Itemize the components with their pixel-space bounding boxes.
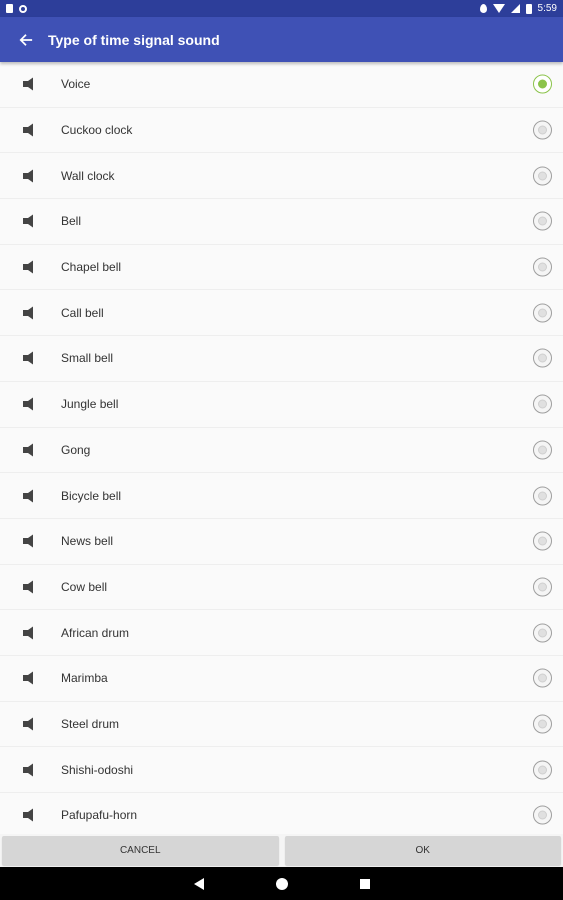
- radio-button[interactable]: [533, 760, 552, 780]
- list-item[interactable]: Steel drum: [0, 702, 563, 748]
- list-item[interactable]: Call bell: [0, 290, 563, 337]
- list-item[interactable]: Shishi-odoshi: [0, 747, 563, 793]
- back-arrow-icon[interactable]: [14, 28, 38, 52]
- ok-button[interactable]: OK: [284, 836, 561, 865]
- nav-home-icon[interactable]: [275, 877, 288, 890]
- radio-button[interactable]: [533, 623, 552, 643]
- speaker-icon: [23, 351, 33, 365]
- item-label: Pafupafu-horn: [61, 808, 138, 823]
- speaker-icon: [23, 169, 33, 183]
- radio-button[interactable]: [533, 257, 552, 277]
- navigation-bar: [0, 867, 563, 900]
- radio-button[interactable]: [533, 531, 552, 551]
- speaker-icon: [23, 77, 33, 91]
- list-item[interactable]: Cuckoo clock: [0, 108, 563, 154]
- speaker-icon: [23, 534, 33, 548]
- speaker-icon: [23, 489, 33, 503]
- nav-recents-icon[interactable]: [359, 878, 370, 889]
- radio-button[interactable]: [533, 805, 552, 825]
- item-label: News bell: [61, 534, 114, 549]
- radio-button[interactable]: [533, 74, 552, 94]
- radio-button[interactable]: [533, 440, 552, 460]
- item-label: Marimba: [61, 671, 108, 686]
- list-item[interactable]: Bell: [0, 199, 563, 245]
- list-item[interactable]: Wall clock: [0, 153, 563, 200]
- item-label: Wall clock: [61, 168, 115, 183]
- speaker-icon: [23, 260, 33, 274]
- cancel-button[interactable]: CANCEL: [2, 836, 279, 865]
- item-label: Shishi-odoshi: [61, 762, 134, 777]
- item-label: Voice: [61, 77, 91, 92]
- sim-card-icon: [6, 4, 13, 13]
- speaker-icon: [23, 626, 33, 640]
- radio-button[interactable]: [533, 303, 552, 323]
- item-label: African drum: [61, 625, 130, 640]
- nav-back-icon[interactable]: [193, 877, 204, 890]
- status-time: 5:59: [537, 3, 557, 14]
- item-label: Jungle bell: [61, 397, 119, 412]
- radio-button[interactable]: [533, 714, 552, 734]
- item-label: Steel drum: [61, 716, 120, 731]
- radio-button[interactable]: [533, 348, 552, 368]
- radio-button[interactable]: [533, 668, 552, 688]
- list-item[interactable]: Pafupafu-horn: [0, 793, 563, 834]
- sound-list: Voice Cuckoo clock Wall clock Bell Chape…: [0, 62, 563, 834]
- speaker-icon: [23, 443, 33, 457]
- wifi-icon: [492, 4, 505, 13]
- speaker-icon: [23, 306, 33, 320]
- list-item[interactable]: Small bell: [0, 336, 563, 382]
- item-label: Small bell: [61, 351, 114, 366]
- item-label: Gong: [61, 442, 91, 457]
- app-bar: Type of time signal sound: [0, 17, 563, 62]
- radio-button[interactable]: [533, 120, 552, 140]
- speaker-icon: [23, 214, 33, 228]
- speaker-icon: [23, 717, 33, 731]
- speaker-icon: [23, 763, 33, 777]
- item-label: Bicycle bell: [61, 488, 122, 503]
- location-icon: [479, 4, 487, 13]
- list-item[interactable]: African drum: [0, 610, 563, 656]
- list-item[interactable]: Bicycle bell: [0, 473, 563, 519]
- item-label: Chapel bell: [61, 260, 122, 275]
- sync-icon: [19, 4, 27, 13]
- list-item[interactable]: Jungle bell: [0, 382, 563, 428]
- battery-icon: [525, 3, 532, 14]
- list-item[interactable]: Voice: [0, 62, 563, 108]
- item-label: Cuckoo clock: [61, 123, 133, 138]
- item-label: Call bell: [61, 305, 104, 320]
- radio-button[interactable]: [533, 577, 552, 597]
- list-item[interactable]: Cow bell: [0, 565, 563, 611]
- radio-button[interactable]: [533, 486, 552, 506]
- speaker-icon: [23, 397, 33, 411]
- speaker-icon: [23, 671, 33, 685]
- speaker-icon: [23, 808, 33, 822]
- page-title: Type of time signal sound: [48, 31, 220, 48]
- item-label: Bell: [61, 214, 82, 229]
- speaker-icon: [23, 580, 33, 594]
- status-bar: 5:59: [0, 0, 563, 17]
- radio-button[interactable]: [533, 394, 552, 414]
- list-item[interactable]: Gong: [0, 428, 563, 474]
- radio-button[interactable]: [533, 211, 552, 231]
- list-item[interactable]: Marimba: [0, 656, 563, 702]
- list-item[interactable]: Chapel bell: [0, 245, 563, 291]
- list-item[interactable]: News bell: [0, 519, 563, 565]
- radio-button[interactable]: [533, 166, 552, 186]
- cell-signal-icon: [510, 4, 520, 13]
- dialog-button-bar: CANCEL OK: [0, 834, 563, 867]
- speaker-icon: [23, 123, 33, 137]
- item-label: Cow bell: [61, 579, 108, 594]
